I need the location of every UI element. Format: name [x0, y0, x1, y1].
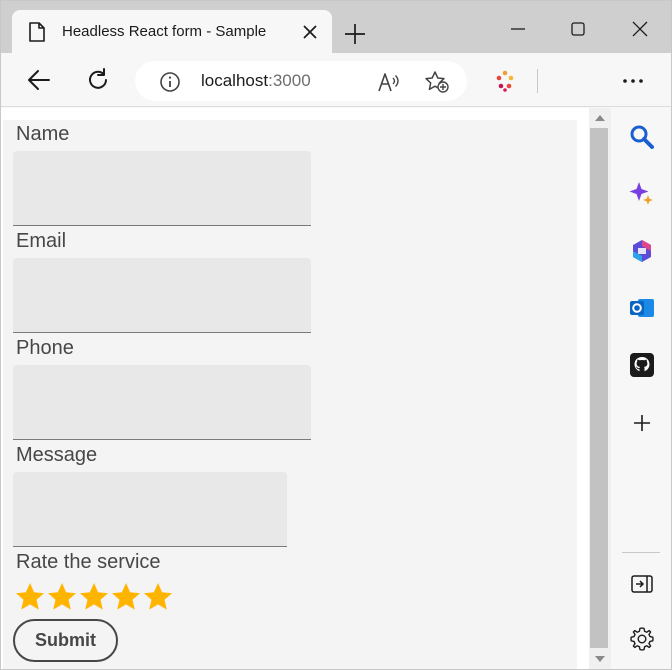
star-icon[interactable] — [78, 581, 110, 613]
browser-tab[interactable]: Headless React form - Sample — [12, 10, 332, 53]
sidebar-divider — [622, 552, 660, 553]
more-options-icon[interactable] — [621, 69, 645, 93]
maximize-icon[interactable] — [567, 18, 589, 40]
extension-icon[interactable] — [493, 69, 517, 93]
browser-sidebar — [611, 108, 671, 669]
github-icon[interactable] — [629, 352, 655, 378]
vertical-scrollbar[interactable] — [589, 108, 611, 669]
page-icon — [29, 22, 45, 42]
phone-input[interactable] — [13, 365, 311, 440]
info-icon[interactable] — [159, 71, 181, 93]
toolbar-divider — [537, 69, 538, 93]
email-label: Email — [16, 230, 67, 252]
outlook-icon[interactable] — [629, 295, 655, 321]
scroll-up-arrow-icon[interactable] — [594, 114, 606, 122]
star-icon[interactable] — [110, 581, 142, 613]
add-sidebar-app-icon[interactable] — [629, 410, 655, 436]
add-favorite-icon[interactable] — [424, 70, 450, 94]
copilot-sparkle-icon[interactable] — [629, 181, 655, 207]
submit-button[interactable]: Submit — [13, 619, 118, 662]
name-label: Name — [16, 123, 70, 145]
minimize-icon[interactable] — [507, 18, 529, 40]
hide-sidebar-icon[interactable] — [629, 571, 655, 597]
contact-form: Name Email Phone Message Rate the servic… — [3, 120, 577, 669]
rating-label: Rate the service — [16, 551, 161, 573]
microsoft-365-icon[interactable] — [629, 238, 655, 264]
window-close-icon[interactable] — [629, 18, 651, 40]
url-host: localhost — [201, 71, 269, 90]
search-icon[interactable] — [629, 124, 655, 150]
read-aloud-icon[interactable] — [377, 71, 401, 93]
name-input[interactable] — [13, 151, 311, 226]
refresh-icon[interactable] — [85, 67, 111, 93]
page-viewport: Name Email Phone Message Rate the servic… — [1, 108, 591, 669]
email-input[interactable] — [13, 258, 311, 333]
url-text[interactable]: localhost:3000 — [201, 71, 311, 91]
star-rating[interactable] — [14, 581, 174, 615]
scroll-down-arrow-icon[interactable] — [594, 655, 606, 663]
message-label: Message — [16, 444, 98, 466]
phone-label: Phone — [16, 337, 74, 359]
settings-gear-icon[interactable] — [629, 626, 655, 652]
star-icon[interactable] — [142, 581, 174, 613]
tab-title: Headless React form - Sample — [62, 23, 267, 40]
close-tab-icon[interactable] — [302, 24, 318, 40]
url-port: :3000 — [268, 71, 311, 90]
star-icon[interactable] — [14, 581, 46, 613]
back-arrow-icon[interactable] — [26, 67, 52, 93]
address-bar[interactable]: localhost:3000 — [135, 61, 467, 101]
star-icon[interactable] — [46, 581, 78, 613]
scrollbar-thumb[interactable] — [590, 128, 608, 648]
title-bar: Headless React form - Sample — [1, 1, 671, 53]
browser-toolbar: localhost:3000 — [1, 53, 671, 107]
browser-window: Headless React form - Sample localhost:3… — [0, 0, 672, 670]
message-textarea[interactable] — [13, 472, 287, 547]
new-tab-icon[interactable] — [344, 23, 366, 45]
